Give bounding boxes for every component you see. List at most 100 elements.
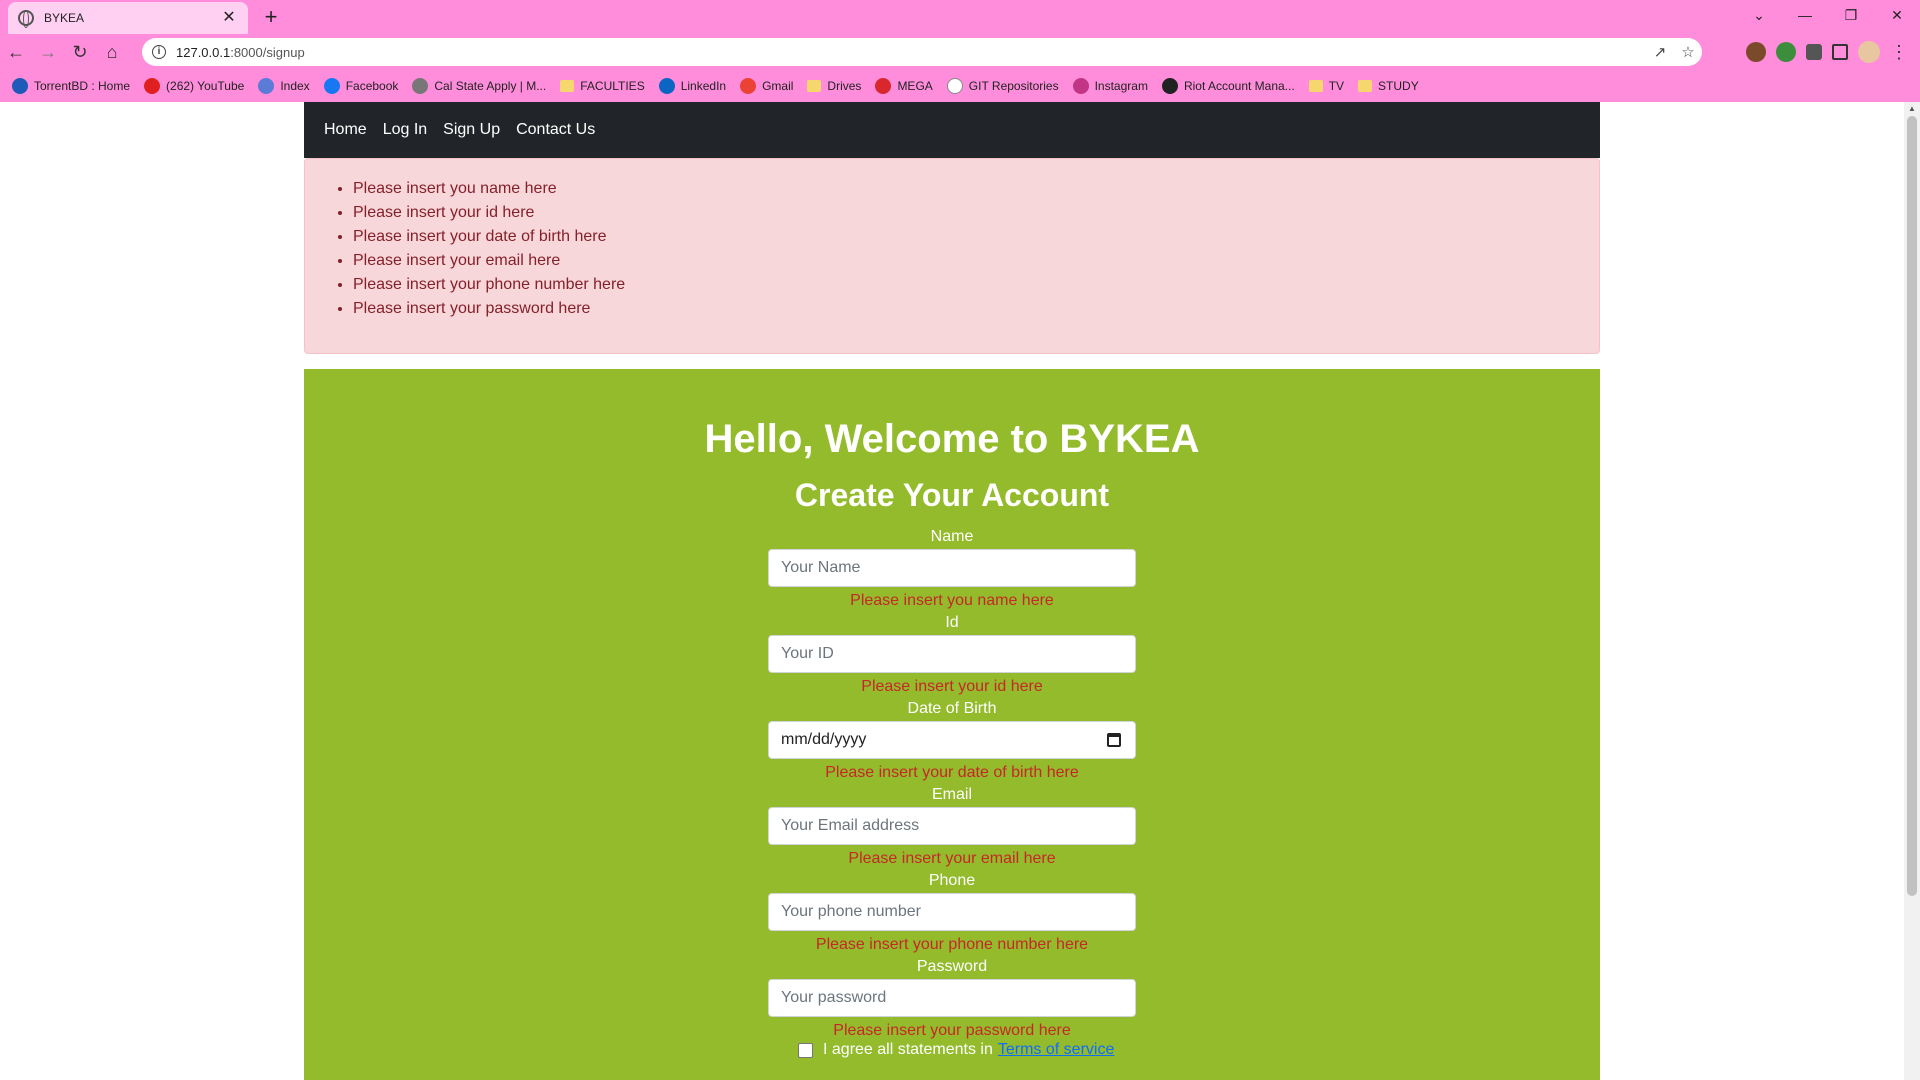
- linkedin-icon: [658, 78, 675, 94]
- error-item-name: Please insert you name here: [353, 177, 1599, 201]
- id-error: Please insert your id here: [861, 678, 1043, 695]
- bookmark-label: TV: [1328, 79, 1345, 93]
- tab-search-button[interactable]: ⌄: [1736, 0, 1782, 30]
- dob-error: Please insert your date of birth here: [825, 764, 1079, 781]
- puzzle-icon[interactable]: [1806, 44, 1822, 60]
- browser-toolbar: ← → ↻ ⌂ i 127.0.0.1:8000/signup ↗ ☆ ⋮: [0, 34, 1920, 70]
- bookmark-label: FACULTIES: [580, 79, 645, 93]
- vertical-scrollbar[interactable]: ▲: [1904, 102, 1920, 1080]
- bookmark-label: LinkedIn: [680, 79, 727, 93]
- globe-icon: [946, 78, 963, 94]
- instagram-icon: [1072, 78, 1089, 94]
- bookmark-item[interactable]: FACULTIES: [560, 79, 645, 93]
- restore-button[interactable]: ❐: [1828, 0, 1874, 30]
- bookmark-item[interactable]: Riot Account Mana...: [1161, 78, 1295, 94]
- scroll-thumb[interactable]: [1907, 116, 1917, 896]
- bookmark-item[interactable]: TorrentBD : Home: [12, 78, 130, 94]
- star-icon[interactable]: ☆: [1674, 43, 1702, 61]
- terms-checkbox[interactable]: [798, 1042, 813, 1058]
- folder-icon: [1308, 80, 1323, 92]
- bookmark-item[interactable]: Gmail: [740, 78, 793, 94]
- name-error: Please insert you name here: [850, 592, 1054, 609]
- bookmark-item[interactable]: LinkedIn: [658, 78, 727, 94]
- minimize-button[interactable]: —: [1782, 0, 1828, 30]
- new-tab-button[interactable]: +: [258, 4, 284, 30]
- dob-input-text: mm/dd/yyyy: [781, 731, 867, 748]
- bookmark-item[interactable]: Cal State Apply | M...: [412, 78, 546, 94]
- folder-icon: [807, 80, 822, 92]
- riot-icon: [1161, 78, 1178, 94]
- bookmark-label: Cal State Apply | M...: [434, 79, 547, 93]
- home-button[interactable]: ⌂: [96, 36, 128, 68]
- error-item-email: Please insert your email here: [353, 249, 1599, 273]
- error-item-password: Please insert your password here: [353, 297, 1599, 321]
- vpn-extension-icon[interactable]: [1776, 42, 1796, 62]
- url-host: 127.0.0.1: [176, 44, 231, 60]
- window-controls: ⌄ — ❐ ✕: [1736, 0, 1920, 30]
- bookmark-label: Instagram: [1094, 79, 1148, 93]
- close-icon[interactable]: ✕: [220, 9, 238, 27]
- folder-icon: [560, 80, 575, 92]
- email-field-group: Email Your Email address Please insert y…: [768, 785, 1136, 867]
- tab-bykea[interactable]: BYKEA ✕: [8, 2, 248, 34]
- name-label: Name: [930, 528, 974, 545]
- error-alert: Please insert you name here Please inser…: [304, 158, 1600, 354]
- bookmark-label: TorrentBD : Home: [34, 79, 131, 93]
- phone-input[interactable]: Your phone number: [768, 893, 1136, 931]
- bookmark-label: Index: [280, 79, 310, 93]
- terms-agreement: I agree all statements in Terms of servi…: [798, 1041, 1114, 1059]
- password-error: Please insert your password here: [833, 1022, 1071, 1039]
- bookmark-item[interactable]: Drives: [807, 79, 861, 93]
- bookmark-item[interactable]: STUDY: [1358, 79, 1419, 93]
- bookmark-item[interactable]: Instagram: [1072, 78, 1148, 94]
- close-window-button[interactable]: ✕: [1874, 0, 1920, 30]
- back-button[interactable]: ←: [0, 36, 32, 68]
- top-navbar: Home Log In Sign Up Contact Us: [304, 102, 1600, 158]
- cookie-extension-icon[interactable]: [1746, 42, 1766, 62]
- bookmark-item[interactable]: GIT Repositories: [946, 78, 1059, 94]
- name-field-group: Name Your Name Please insert you name he…: [768, 527, 1136, 609]
- bookmark-item[interactable]: Index: [258, 78, 310, 94]
- password-label: Password: [916, 958, 988, 975]
- bookmark-label: STUDY: [1378, 79, 1419, 93]
- nav-home-link[interactable]: Home: [324, 121, 367, 139]
- password-field-group: Password Your password Please insert you…: [768, 957, 1136, 1039]
- phone-label: Phone: [928, 872, 976, 889]
- bookmark-item[interactable]: MEGA: [875, 78, 933, 94]
- nav-login-link[interactable]: Log In: [383, 121, 427, 139]
- terms-of-service-link[interactable]: Terms of service: [998, 1041, 1114, 1059]
- bookmark-item[interactable]: (262) YouTube: [144, 78, 244, 94]
- gmail-icon: [740, 78, 757, 94]
- info-icon[interactable]: i: [152, 45, 166, 59]
- dob-input[interactable]: mm/dd/yyyy: [768, 721, 1136, 759]
- share-icon[interactable]: ↗: [1646, 43, 1674, 61]
- id-input[interactable]: Your ID: [768, 635, 1136, 673]
- calendar-icon[interactable]: [1107, 733, 1121, 747]
- error-item-id: Please insert your id here: [353, 201, 1599, 225]
- error-list: Please insert you name here Please inser…: [353, 177, 1599, 321]
- agree-text: I agree all statements in: [823, 1041, 993, 1058]
- url-text[interactable]: 127.0.0.1:8000/signup: [176, 45, 1646, 60]
- nav-contact-link[interactable]: Contact Us: [516, 121, 595, 139]
- avatar[interactable]: [1858, 41, 1880, 63]
- create-account-heading: Create Your Account: [794, 477, 1110, 513]
- address-bar[interactable]: i 127.0.0.1:8000/signup ↗ ☆: [142, 38, 1702, 66]
- password-input[interactable]: Your password: [768, 979, 1136, 1017]
- email-input[interactable]: Your Email address: [768, 807, 1136, 845]
- dob-field-group: Date of Birth mm/dd/yyyy Please insert y…: [768, 699, 1136, 781]
- forward-button[interactable]: →: [32, 36, 64, 68]
- kebab-menu-icon[interactable]: ⋮: [1890, 42, 1908, 63]
- bookmark-label: MEGA: [897, 79, 933, 93]
- scroll-up-arrow[interactable]: ▲: [1904, 102, 1920, 116]
- bookmark-item[interactable]: Facebook: [323, 78, 398, 94]
- reload-button[interactable]: ↻: [64, 36, 96, 68]
- bookmarks-bar: TorrentBD : Home (262) YouTube Index Facebo…: [0, 70, 1920, 102]
- email-label: Email: [931, 786, 972, 803]
- error-item-phone: Please insert your phone number here: [353, 273, 1599, 297]
- nav-signup-link[interactable]: Sign Up: [443, 121, 500, 139]
- name-input[interactable]: Your Name: [768, 549, 1136, 587]
- bookmark-item[interactable]: TV: [1308, 79, 1345, 93]
- id-label: Id: [945, 614, 959, 631]
- side-panel-icon[interactable]: [1832, 44, 1848, 60]
- page-viewport: Home Log In Sign Up Contact Us Please in…: [0, 102, 1904, 1080]
